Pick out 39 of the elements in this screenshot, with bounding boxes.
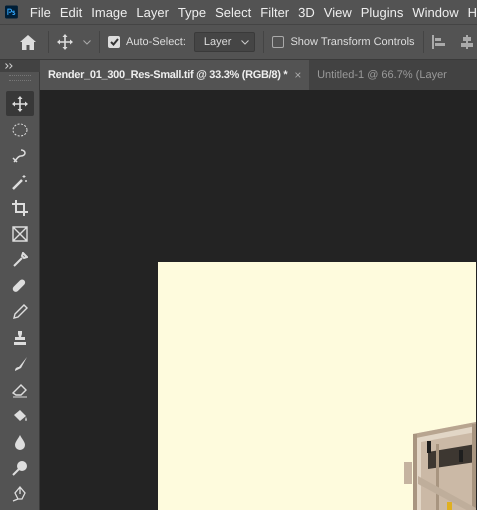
caret-icon[interactable] (83, 40, 91, 44)
document-tab[interactable]: Render_01_300_Res-Small.tif @ 33.3% (RGB/8) * × (40, 60, 310, 90)
dashed-circle-icon (12, 122, 28, 138)
bucket-icon (12, 408, 28, 424)
menu-item[interactable]: Plugins (360, 4, 404, 20)
tool-button[interactable] (6, 91, 34, 116)
checkmark-icon (110, 38, 118, 46)
wand-icon (12, 174, 28, 190)
pencil-icon (12, 304, 28, 320)
move-icon[interactable] (57, 34, 73, 50)
menu-item[interactable]: Select (215, 4, 252, 20)
crop-icon (12, 200, 28, 216)
show-transform-controls-checkbox[interactable]: Show Transform Controls (272, 36, 415, 48)
align-left-icon[interactable] (432, 35, 446, 49)
menu-item[interactable]: 3D (298, 4, 315, 20)
menu-item[interactable]: Window (412, 4, 459, 20)
eraser-icon (12, 382, 28, 398)
home-icon[interactable] (20, 34, 36, 50)
menu-item[interactable]: Filter (260, 4, 290, 20)
menu-item[interactable]: Image (91, 4, 128, 20)
auto-select-checkbox[interactable]: Auto-Select: (108, 36, 186, 48)
caret-icon (241, 40, 250, 44)
document-tab[interactable]: Untitled-1 @ 66.7% (Layer (309, 60, 455, 90)
pen-nib-icon (12, 486, 28, 502)
frame-icon (12, 226, 28, 242)
magnifier-icon (12, 460, 28, 476)
move-icon (12, 96, 28, 112)
align-center-icon[interactable] (460, 35, 474, 49)
expand-icon[interactable] (5, 63, 13, 69)
menu-item[interactable]: View (324, 4, 352, 20)
layer-dropdown[interactable]: Layer (194, 32, 256, 52)
stamp-icon (12, 330, 28, 346)
menu-item[interactable]: Type (178, 4, 206, 20)
menu-item[interactable]: H (468, 4, 477, 20)
menu-item[interactable]: Edit (60, 4, 82, 20)
menu-item[interactable]: Layer (136, 4, 169, 20)
app-logo-icon[interactable] (5, 3, 18, 21)
menu-item[interactable]: File (30, 4, 51, 20)
eyedropper-icon (12, 252, 28, 268)
